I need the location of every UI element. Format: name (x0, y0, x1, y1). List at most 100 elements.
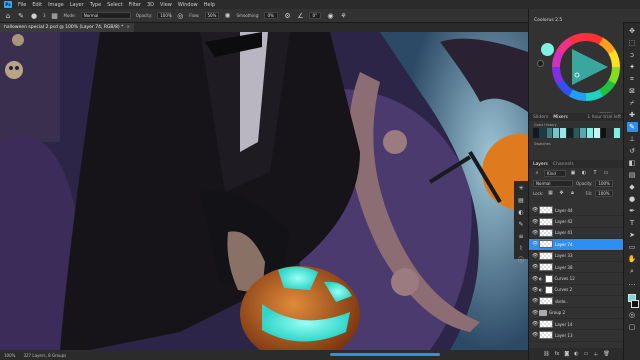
adjustment-layer-icon[interactable]: ◐ (574, 351, 578, 357)
layer-thumbnail[interactable] (539, 297, 553, 306)
zoom-level[interactable]: 100% (4, 353, 15, 358)
layer-name[interactable]: Layer 74 (555, 242, 573, 247)
info-icon[interactable]: ⓘ (517, 256, 526, 265)
link-layers-icon[interactable]: ⛓ (543, 351, 549, 357)
navigator-icon[interactable]: ✳ (517, 184, 526, 193)
tab-sliders[interactable]: Sliders (533, 115, 548, 120)
blur-tool-icon[interactable]: ◆ (627, 182, 638, 192)
visibility-eye-icon[interactable]: 👁︎ (532, 253, 538, 259)
new-layer-icon[interactable]: ＋ (593, 351, 598, 358)
lock-position-icon[interactable]: ✥ (557, 189, 565, 197)
history-swatch[interactable] (614, 128, 620, 138)
layer-name[interactable]: skele.. (555, 299, 568, 304)
fx-icon[interactable]: fx (555, 351, 560, 357)
close-icon[interactable]: × (126, 25, 130, 30)
smoothing-options-icon[interactable]: ⚙ (283, 12, 291, 20)
layer-row[interactable]: 👁︎ Layer 14 (529, 319, 624, 331)
blend-mode-select[interactable]: Normal (533, 179, 573, 187)
horizontal-scrollbar[interactable] (330, 353, 440, 356)
layer-thumbnail[interactable] (539, 240, 553, 249)
pen-tool-icon[interactable]: ✒ (627, 206, 638, 216)
quick-select-tool-icon[interactable]: ✦ (627, 62, 638, 72)
visibility-eye-icon[interactable]: 👁︎ (532, 241, 538, 247)
layer-opacity-field[interactable]: 100% (595, 179, 613, 187)
adjustments-icon[interactable]: ◐ (517, 208, 526, 217)
layer-name[interactable]: Layer 44 (555, 208, 573, 213)
filter-adjustment-icon[interactable]: ◐ (580, 169, 588, 177)
lock-all-icon[interactable]: 🔒︎ (568, 189, 576, 197)
crop-tool-icon[interactable]: ⌗ (627, 74, 638, 84)
flow-field[interactable]: 50% (204, 12, 219, 19)
layer-name[interactable]: Layer 13 (555, 333, 573, 338)
brush-settings-icon[interactable]: ▦ (51, 12, 59, 20)
visibility-eye-icon[interactable]: 👁︎ (532, 298, 538, 304)
layer-thumbnail[interactable] (539, 228, 553, 237)
type-tool-icon[interactable]: T (627, 218, 638, 228)
hand-tool-icon[interactable]: ✋ (627, 254, 638, 264)
delete-layer-icon[interactable]: 🗑︎ (603, 351, 609, 357)
history-swatch[interactable] (539, 128, 546, 138)
menu-layer[interactable]: Layer (70, 2, 84, 8)
background-color-swatch[interactable] (537, 60, 544, 67)
layer-thumbnail[interactable] (539, 206, 553, 215)
history-swatch[interactable] (566, 128, 573, 138)
opacity-field[interactable]: 100% (157, 12, 172, 19)
history-swatch[interactable] (600, 128, 607, 138)
brush-panel-icon[interactable]: ✎ (517, 220, 526, 229)
menu-file[interactable]: File (18, 2, 26, 8)
history-swatch[interactable] (580, 128, 587, 138)
history-swatch[interactable] (553, 128, 560, 138)
background-color-chip[interactable] (631, 300, 639, 308)
tab-mixers[interactable]: Mixers (553, 115, 568, 120)
layer-row[interactable]: 👁︎ Layer 33 (529, 251, 624, 262)
layer-name[interactable]: Layer 14 (555, 322, 573, 327)
path-select-tool-icon[interactable]: ➤ (627, 230, 638, 240)
layer-name[interactable]: Group 2 (549, 310, 565, 315)
histogram-icon[interactable]: ▤ (517, 196, 526, 205)
layer-mask-thumbnail[interactable] (544, 274, 553, 283)
menu-3d[interactable]: 3D (147, 2, 154, 8)
filter-type-icon[interactable]: T (591, 169, 599, 177)
layer-row[interactable]: 👁︎ Layer 44 (529, 205, 624, 217)
canvas[interactable] (0, 32, 528, 350)
history-swatch[interactable] (593, 128, 600, 138)
tab-layers[interactable]: Layers (533, 162, 548, 167)
layer-row[interactable]: 👁︎ Layer 41 (529, 228, 624, 240)
layer-row[interactable]: 👁︎ ◐ Curves 12 (529, 273, 624, 285)
smoothing-field[interactable]: 0% (264, 12, 279, 19)
visibility-eye-icon[interactable]: 👁︎ (532, 207, 538, 213)
brush-preset-icon[interactable]: ● (30, 12, 38, 20)
layer-thumbnail[interactable] (539, 217, 553, 226)
menu-select[interactable]: Select (107, 2, 122, 8)
layer-row[interactable]: 👁︎ Layer 74 (529, 239, 624, 251)
menu-filter[interactable]: Filter (129, 2, 141, 8)
angle-icon[interactable]: ∠ (296, 12, 304, 20)
layer-name[interactable]: Layer 41 (555, 230, 573, 235)
layer-name[interactable]: Layer 33 (555, 253, 573, 258)
visibility-eye-icon[interactable]: 👁︎ (532, 332, 538, 338)
history-brush-tool-icon[interactable]: ↺ (627, 146, 638, 156)
layer-row[interactable]: 👁︎ ◐ Curves 2 (529, 285, 624, 297)
mode-select[interactable]: Normal (80, 12, 131, 19)
kind-filter-select[interactable]: Kind (544, 169, 566, 177)
gradient-tool-icon[interactable]: ▤ (627, 170, 638, 180)
layer-row[interactable]: 👁︎ skele.. (529, 296, 624, 308)
layer-row[interactable]: 👁︎ Layer 13 (529, 330, 624, 342)
clone-stamp-tool-icon[interactable]: ⊥ (627, 134, 638, 144)
document-tab[interactable]: halloween special 2.psd @ 100% (Layer 74… (0, 23, 135, 32)
history-swatch[interactable] (533, 128, 539, 138)
add-mask-icon[interactable]: ◙ (564, 351, 569, 357)
visibility-eye-icon[interactable]: 👁︎ (532, 321, 538, 327)
color-history-strip[interactable] (533, 128, 620, 138)
dodge-tool-icon[interactable]: ● (627, 194, 638, 204)
pressure-opacity-icon[interactable]: ◎ (176, 12, 184, 20)
history-swatch[interactable] (573, 128, 580, 138)
layer-name[interactable]: Layer 38 (555, 265, 573, 270)
properties-icon[interactable]: ≡ (517, 232, 526, 241)
lock-pixels-icon[interactable]: ▦ (546, 189, 554, 197)
menu-help[interactable]: Help (204, 2, 215, 8)
menu-type[interactable]: Type (90, 2, 101, 8)
visibility-eye-icon[interactable]: 👁︎ (532, 310, 538, 316)
layer-name[interactable]: Layer 42 (555, 219, 573, 224)
brush-tool-icon[interactable]: ✎ (626, 122, 638, 132)
